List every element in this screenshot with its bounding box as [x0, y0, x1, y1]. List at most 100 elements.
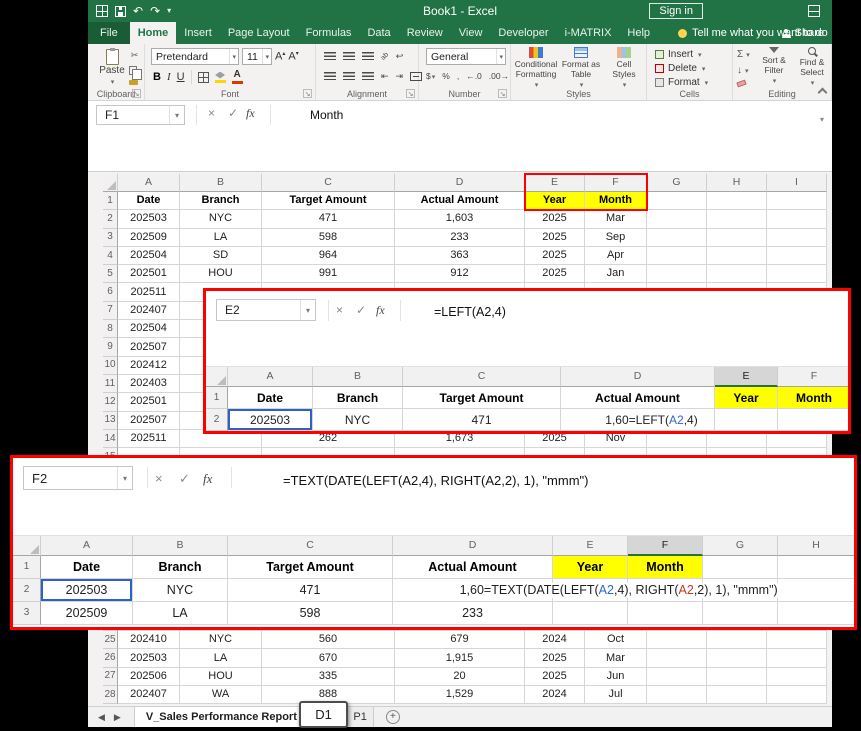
enter-icon[interactable]: ✓: [228, 107, 238, 119]
col-header-C[interactable]: C: [403, 367, 561, 387]
font-name-dropdown-icon[interactable]: [229, 49, 238, 64]
cell-B3[interactable]: LA: [133, 602, 228, 625]
fill-button[interactable]: ↓: [737, 65, 750, 76]
cell-A7[interactable]: 202407: [118, 302, 180, 320]
cell-A8[interactable]: 202504: [118, 320, 180, 338]
cell-H26[interactable]: [707, 649, 767, 667]
cell-E1[interactable]: Year: [553, 556, 628, 579]
ribbon-tab-review[interactable]: Review: [399, 22, 451, 44]
qat-dropdown-icon[interactable]: ▾: [167, 7, 171, 15]
in-cell-formula-edit[interactable]: 1,60=LEFT(A2,4): [602, 413, 700, 427]
cell-B25[interactable]: NYC: [180, 631, 262, 649]
cell-I1[interactable]: [767, 192, 827, 210]
cell-A2[interactable]: 202503: [228, 409, 313, 431]
italic-button[interactable]: I: [167, 72, 171, 83]
accounting-format-button[interactable]: $: [426, 71, 435, 81]
grow-font-button[interactable]: A▴: [275, 51, 285, 63]
clear-button[interactable]: [737, 81, 750, 86]
cell-I25[interactable]: [767, 631, 827, 649]
cell-H3[interactable]: [707, 229, 767, 247]
cell-F5[interactable]: Jan: [585, 265, 647, 283]
format-painter-icon[interactable]: [129, 80, 138, 85]
font-size-select[interactable]: 11: [242, 48, 272, 65]
select-all-corner[interactable]: [206, 367, 228, 387]
cell-B26[interactable]: LA: [180, 649, 262, 667]
overlay-f2-name-box[interactable]: F2: [23, 466, 133, 490]
cell-C3[interactable]: 598: [262, 229, 395, 247]
increase-decimal-button[interactable]: ←.0: [466, 71, 482, 81]
col-header-E[interactable]: E: [553, 536, 628, 556]
cell-F2[interactable]: [778, 409, 851, 431]
number-format-select[interactable]: General: [426, 48, 506, 65]
overlay-e2-cancel-icon[interactable]: ×: [336, 304, 343, 316]
cell-C27[interactable]: 335: [262, 668, 395, 686]
cell-H4[interactable]: [707, 247, 767, 265]
cell-I3[interactable]: [767, 229, 827, 247]
shrink-font-button[interactable]: A▾: [288, 51, 298, 63]
formula-bar-content[interactable]: Month: [310, 108, 343, 122]
font-name-select[interactable]: Pretendard: [151, 48, 239, 65]
cell-C2[interactable]: 471: [262, 210, 395, 228]
number-dialog-launcher-icon[interactable]: [498, 89, 507, 98]
cell-F2[interactable]: Mar: [585, 210, 647, 228]
cell-D1[interactable]: Actual Amount: [395, 192, 525, 210]
cell-G1[interactable]: [703, 556, 778, 579]
col-header-F[interactable]: F: [778, 367, 851, 387]
cell-D25[interactable]: 679: [395, 631, 525, 649]
cell-A13[interactable]: 202507: [118, 412, 180, 430]
row-header-1[interactable]: 1: [206, 387, 228, 409]
cell-B1[interactable]: Branch: [133, 556, 228, 579]
col-header-A[interactable]: A: [228, 367, 313, 387]
cell-B2[interactable]: NYC: [313, 409, 403, 431]
col-header-B[interactable]: B: [313, 367, 403, 387]
in-cell-formula-edit[interactable]: 1,60=TEXT(DATE(LEFT(A2,4), RIGHT(A2,2), …: [457, 583, 781, 598]
cell-G25[interactable]: [647, 631, 707, 649]
cell-A12[interactable]: 202501: [118, 393, 180, 411]
col-header-E[interactable]: E: [525, 174, 585, 192]
row-header-3[interactable]: 3: [13, 602, 41, 625]
cell-E26[interactable]: 2025: [525, 649, 585, 667]
col-header-C[interactable]: C: [228, 536, 393, 556]
cell-D1[interactable]: Actual Amount: [561, 387, 715, 409]
cell-A5[interactable]: 202501: [118, 265, 180, 283]
cell-A4[interactable]: 202504: [118, 247, 180, 265]
cell-H5[interactable]: [707, 265, 767, 283]
ribbon-tab-page-layout[interactable]: Page Layout: [220, 22, 298, 44]
overlay-f2-cancel-icon[interactable]: ×: [155, 472, 163, 485]
format-as-table-button[interactable]: Format as Table: [559, 47, 603, 91]
overlay-f2-insert-function-icon[interactable]: fx: [203, 472, 212, 485]
col-header-G[interactable]: G: [647, 174, 707, 192]
cell-A9[interactable]: 202507: [118, 338, 180, 356]
ribbon-tab-home[interactable]: Home: [130, 22, 177, 44]
row-header-7[interactable]: 7: [103, 302, 118, 320]
cell-E4[interactable]: 2025: [525, 247, 585, 265]
sheet-nav-prev-icon[interactable]: ◀: [98, 712, 105, 723]
overlay-f2-enter-icon[interactable]: ✓: [179, 472, 190, 485]
cell-A1[interactable]: Date: [41, 556, 133, 579]
align-center-icon[interactable]: [343, 72, 355, 81]
row-header-4[interactable]: 4: [103, 247, 118, 265]
cell-H27[interactable]: [707, 668, 767, 686]
row-header-13[interactable]: 13: [103, 412, 118, 430]
row-header-6[interactable]: 6: [103, 283, 118, 301]
cut-icon[interactable]: [129, 50, 140, 61]
cell-B3[interactable]: LA: [180, 229, 262, 247]
cell-E27[interactable]: 2025: [525, 668, 585, 686]
cell-D1[interactable]: Actual Amount: [393, 556, 553, 579]
cell-A26[interactable]: 202503: [118, 649, 180, 667]
cell-I28[interactable]: [767, 686, 827, 704]
cell-D2[interactable]: 1,60=TEXT(DATE(LEFT(A2,4), RIGHT(A2,2), …: [393, 579, 553, 602]
cell-A1[interactable]: Date: [118, 192, 180, 210]
wrap-text-icon[interactable]: ↩: [396, 51, 404, 62]
cell-G28[interactable]: [647, 686, 707, 704]
cell-H25[interactable]: [707, 631, 767, 649]
cell-D2[interactable]: 1,603: [395, 210, 525, 228]
cell-F1[interactable]: Month: [585, 192, 647, 210]
row-header-2[interactable]: 2: [206, 409, 228, 431]
ribbon-tab-i-matrix[interactable]: i-MATRIX: [557, 22, 620, 44]
cell-I2[interactable]: [767, 210, 827, 228]
cell-I4[interactable]: [767, 247, 827, 265]
sheet-tab-1[interactable]: V_Sales Performance Report: [134, 707, 309, 727]
name-box[interactable]: F1: [96, 105, 185, 125]
cell-A27[interactable]: 202506: [118, 668, 180, 686]
